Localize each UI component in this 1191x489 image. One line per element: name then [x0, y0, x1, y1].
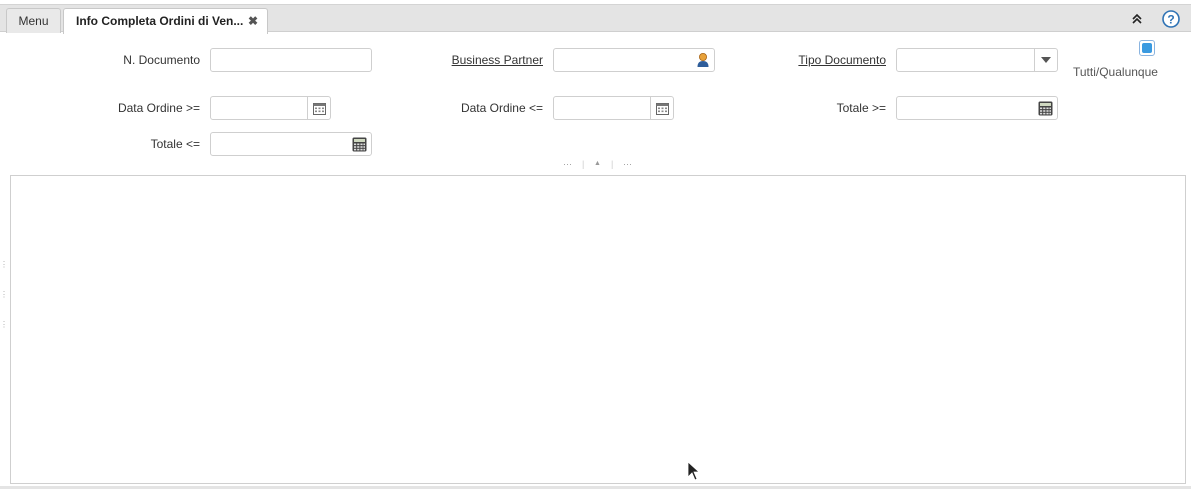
help-circle-icon[interactable]: ? [1162, 10, 1180, 28]
checkbox-checked-mark [1142, 43, 1152, 53]
splitter-right-handle[interactable]: ··· [623, 159, 632, 169]
svg-text:?: ? [1167, 13, 1174, 27]
mouse-cursor-icon [687, 461, 701, 481]
business-partner-input[interactable] [554, 49, 714, 71]
chevron-down-icon[interactable] [1034, 49, 1057, 71]
order-date-from-label: Data Ordine >= [117, 101, 200, 115]
total-to-input[interactable] [211, 133, 371, 155]
calendar-icon[interactable] [307, 97, 330, 119]
order-date-to-field[interactable] [553, 96, 674, 120]
tab-bar: Menu Info Completa Ordini di Ven... ✖ ? [0, 4, 1191, 34]
doc-type-label[interactable]: Tipo Documento [780, 48, 886, 72]
doc-type-select[interactable] [896, 48, 1058, 72]
chevron-double-up-icon[interactable] [1129, 11, 1145, 27]
total-from-field[interactable] [896, 96, 1058, 120]
all-any-checkbox[interactable] [1139, 40, 1155, 56]
total-to-field[interactable] [210, 132, 372, 156]
all-any-label: Tutti/Qualunque [1073, 65, 1158, 79]
side-resize-handle[interactable]: ⋮ ⋮ ⋮ [0, 250, 8, 340]
order-date-from-field[interactable] [210, 96, 331, 120]
order-date-to-label: Data Ordine <= [460, 101, 543, 115]
doc-number-label: N. Documento [123, 53, 200, 67]
tab-label: Info Completa Ordini di Ven... [76, 14, 244, 28]
total-from-label: Totale >= [836, 101, 886, 115]
splitter-left-handle[interactable]: ··· [563, 159, 572, 169]
tab-info-sales-orders[interactable]: Info Completa Ordini di Ven... ✖ [63, 8, 268, 34]
results-grid[interactable] [10, 175, 1186, 484]
calendar-icon[interactable] [650, 97, 673, 119]
splitter-divider: | [611, 159, 614, 169]
business-partner-field[interactable] [553, 48, 715, 72]
total-to-label: Totale <= [150, 137, 200, 151]
calculator-icon[interactable] [348, 133, 371, 155]
splitter-divider: | [582, 159, 585, 169]
doc-type-input[interactable] [897, 49, 1057, 71]
person-icon[interactable] [691, 49, 714, 71]
total-from-input[interactable] [897, 97, 1057, 119]
doc-number-input[interactable] [211, 49, 371, 71]
close-icon[interactable]: ✖ [248, 9, 258, 33]
panel-splitter[interactable]: ··· | ▲ | ··· [560, 159, 636, 169]
tab-menu[interactable]: Menu [6, 8, 61, 33]
calculator-icon[interactable] [1034, 97, 1057, 119]
collapse-arrow-icon[interactable]: ▲ [594, 160, 601, 167]
business-partner-label[interactable]: Business Partner [430, 48, 543, 72]
doc-number-field[interactable] [210, 48, 372, 72]
